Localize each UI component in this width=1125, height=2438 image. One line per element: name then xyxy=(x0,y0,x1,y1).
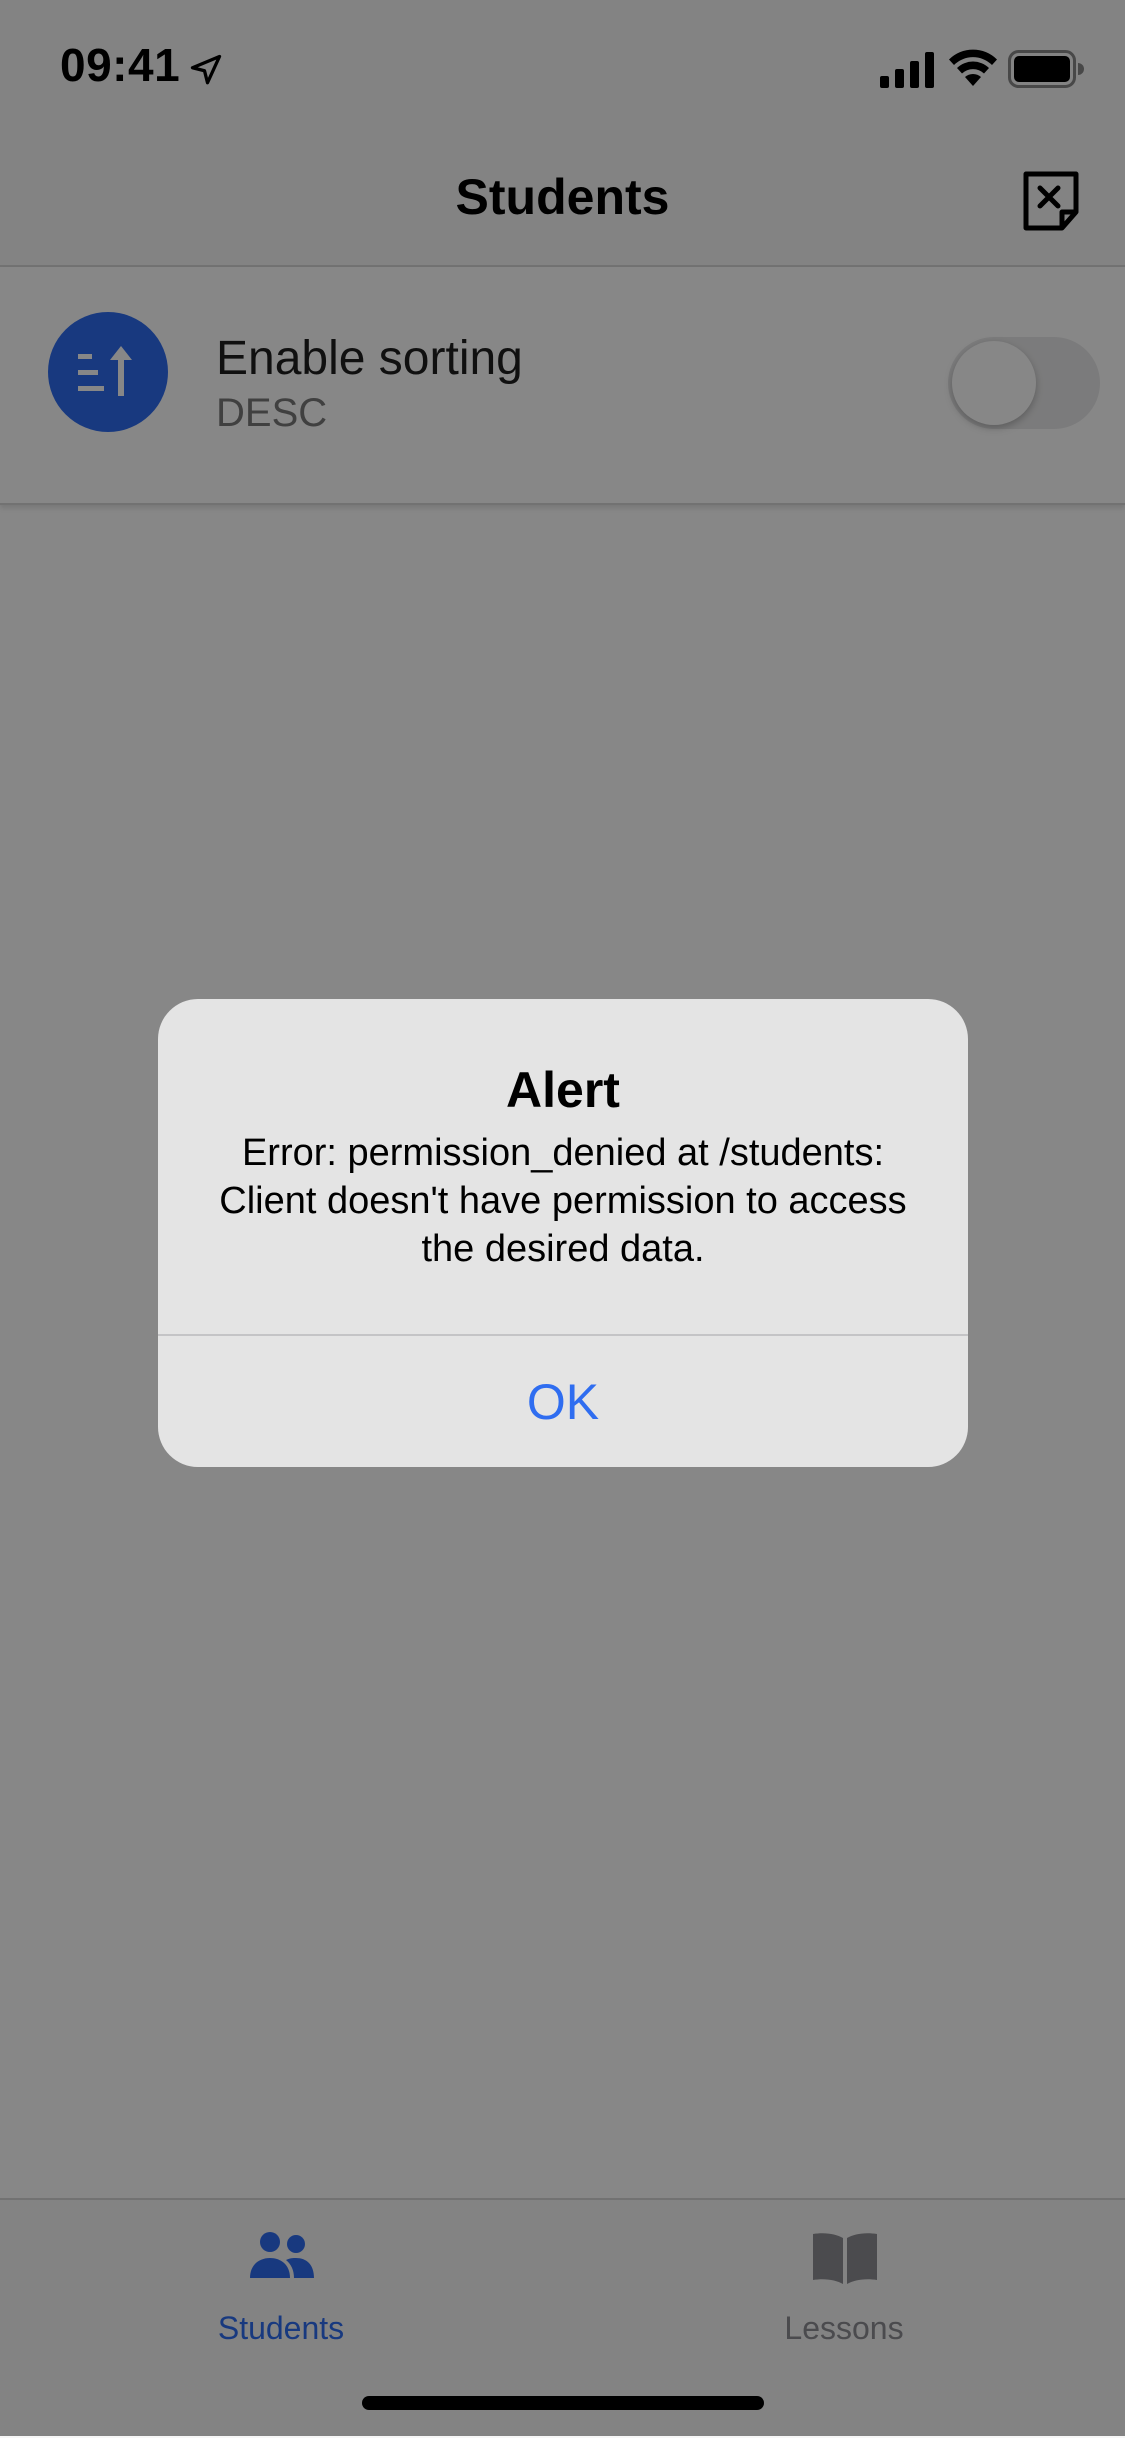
alert-message: Error: permission_denied at /students: C… xyxy=(219,1132,907,1270)
alert-title: Alert xyxy=(506,1062,620,1118)
alert-dialog: Alert Error: permission_denied at /stude… xyxy=(158,999,968,1467)
alert-ok-button[interactable]: OK xyxy=(158,1336,968,1467)
